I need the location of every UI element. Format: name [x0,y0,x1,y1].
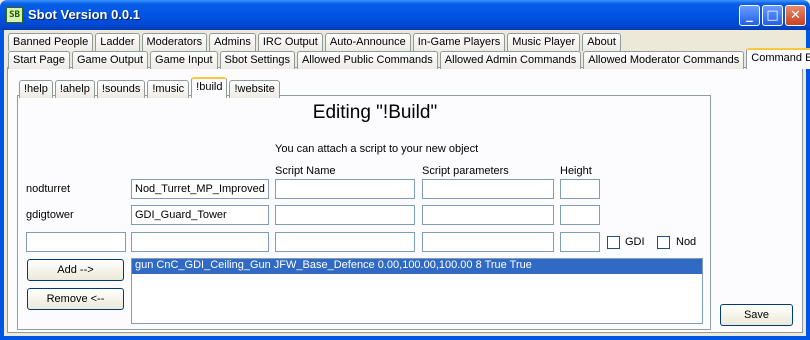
add-button[interactable]: Add --> [27,259,124,281]
window-title: Sbot Version 0.0.1 [28,7,140,22]
tab-allowed-public-commands[interactable]: Allowed Public Commands [296,51,438,69]
script-name-input[interactable] [275,205,415,225]
object-name-input[interactable]: Nod_Turret_MP_Improved [131,179,269,199]
height-input[interactable] [560,179,600,199]
script-name-header: Script Name [275,165,336,177]
list-item[interactable]: gun CnC_GDI_Ceiling_Gun JFW_Base_Defence… [132,259,702,274]
tab-command-editor[interactable]: Command Editor [746,48,810,69]
object-name-input[interactable] [131,232,269,252]
tab-allowed-admin-commands[interactable]: Allowed Admin Commands [439,51,582,69]
tab-cmd-build[interactable]: !build [191,77,228,98]
remove-button[interactable]: Remove <-- [27,288,124,310]
tab-cmd-website[interactable]: !website [229,80,280,98]
gdi-checkbox-label: GDI [625,236,645,248]
minimize-button[interactable]: _ [739,5,760,26]
build-objects-list[interactable]: gun CnC_GDI_Ceiling_Gun JFW_Base_Defence… [131,258,703,324]
script-name-input[interactable] [275,179,415,199]
editor-heading: Editing "!Build" [312,102,438,123]
window-frame-right [806,30,810,340]
nod-checkbox[interactable] [657,236,670,249]
script-params-input[interactable] [422,205,554,225]
script-parameters-header: Script parameters [422,165,509,177]
tab-cmd-sounds[interactable]: !sounds [96,80,146,98]
app-icon: SB [6,7,23,23]
tab-game-input[interactable]: Game Input [150,51,218,69]
object-name-input[interactable]: GDI_Guard_Tower [131,205,269,225]
tab-game-output[interactable]: Game Output [71,51,149,69]
row-label-nodturret: nodturret [26,183,71,195]
tab-sbot-settings[interactable]: Sbot Settings [219,51,295,69]
script-info-text: You can attach a script to your new obje… [275,143,479,155]
main-tabs-row-2: Start Page Game Output Game Input Sbot S… [8,48,810,69]
tab-cmd-music[interactable]: !music [147,80,190,98]
tab-cmd-ahelp[interactable]: !ahelp [54,80,95,98]
tab-start-page[interactable]: Start Page [8,51,70,69]
command-name-input[interactable] [26,232,126,252]
title-bar[interactable]: SB Sbot Version 0.0.1 _ □ ✕ [0,0,810,30]
close-button[interactable]: ✕ [785,5,806,26]
height-input[interactable] [560,205,600,225]
tab-allowed-moderator-commands[interactable]: Allowed Moderator Commands [583,51,745,69]
tab-cmd-help[interactable]: !help [19,80,53,98]
window-frame-bottom [0,336,810,340]
script-name-input[interactable] [275,232,415,252]
script-params-input[interactable] [422,232,554,252]
maximize-button[interactable]: □ [762,5,783,26]
script-params-input[interactable] [422,179,554,199]
save-button[interactable]: Save [720,304,793,326]
height-header: Height [560,165,592,177]
gdi-checkbox[interactable] [607,236,620,249]
row-label-gdigtower: gdigtower [26,209,74,221]
window-frame-left [0,30,4,340]
nod-checkbox-label: Nod [676,236,697,248]
height-input[interactable] [560,232,600,252]
command-tabs: !help !ahelp !sounds !music !build !webs… [19,77,282,98]
